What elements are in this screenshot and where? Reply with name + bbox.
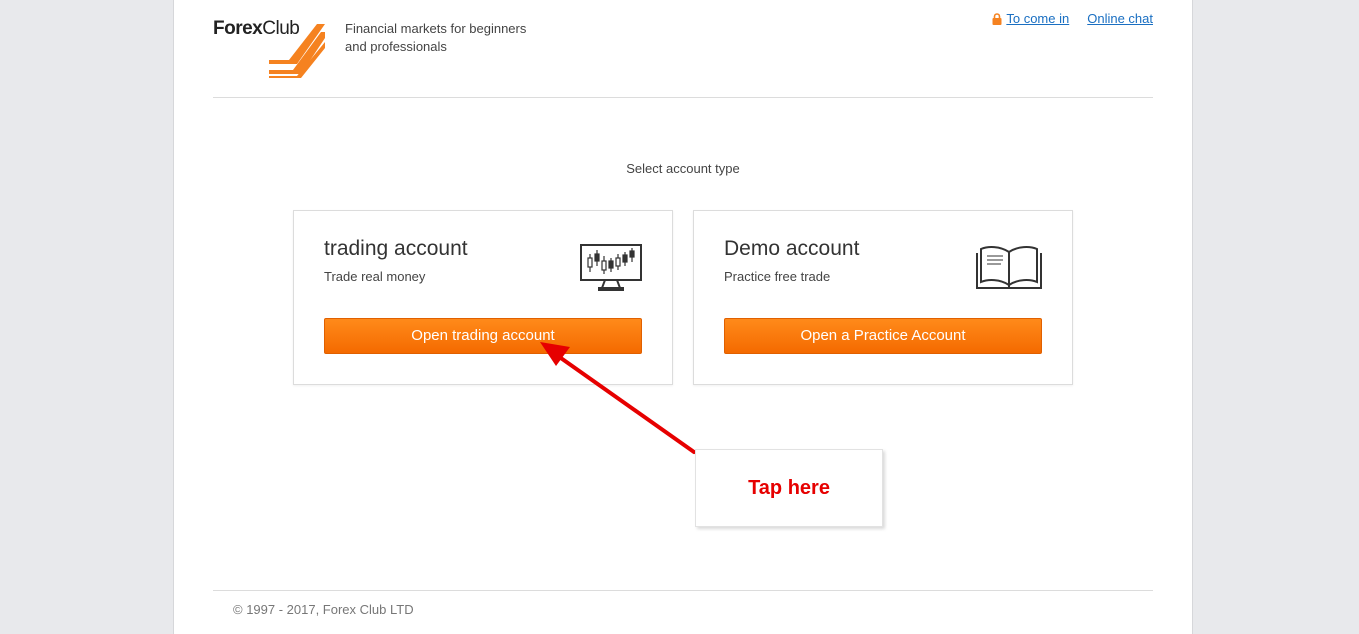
card-subtitle: Practice free trade bbox=[724, 269, 831, 284]
card-subtitle: Trade real money bbox=[324, 269, 426, 284]
open-practice-account-button[interactable]: Open a Practice Account bbox=[724, 318, 1042, 354]
online-chat-link[interactable]: Online chat bbox=[1087, 11, 1153, 26]
login-link[interactable]: To come in bbox=[1006, 11, 1069, 26]
trading-account-card: trading account Trade real money Open tr… bbox=[293, 210, 673, 385]
select-account-title: Select account type bbox=[626, 161, 740, 176]
top-links: To come in Online chat bbox=[992, 11, 1153, 26]
page-container: ForexClub Financial markets for beginner… bbox=[173, 0, 1193, 634]
card-title: Demo account bbox=[724, 237, 860, 260]
header-divider bbox=[213, 97, 1153, 98]
tap-here-callout: Tap here bbox=[695, 449, 883, 527]
demo-account-card: Demo account Practice free trade Open a … bbox=[693, 210, 1073, 385]
lock-icon bbox=[992, 12, 1002, 25]
card-title: trading account bbox=[324, 237, 468, 260]
logo-forex: Forex bbox=[213, 18, 263, 39]
footer-divider bbox=[213, 590, 1153, 591]
open-book-icon bbox=[976, 246, 1042, 289]
tagline: Financial markets for beginners and prof… bbox=[345, 21, 527, 54]
open-trading-account-button[interactable]: Open trading account bbox=[324, 318, 642, 354]
forexclub-logo[interactable]: ForexClub bbox=[213, 16, 333, 78]
login-link-wrap[interactable]: To come in bbox=[992, 11, 1069, 26]
copyright-text: © 1997 - 2017, Forex Club LTD bbox=[233, 602, 414, 617]
candlestick-monitor-icon bbox=[580, 244, 642, 291]
logo-stripes-icon bbox=[269, 24, 325, 78]
